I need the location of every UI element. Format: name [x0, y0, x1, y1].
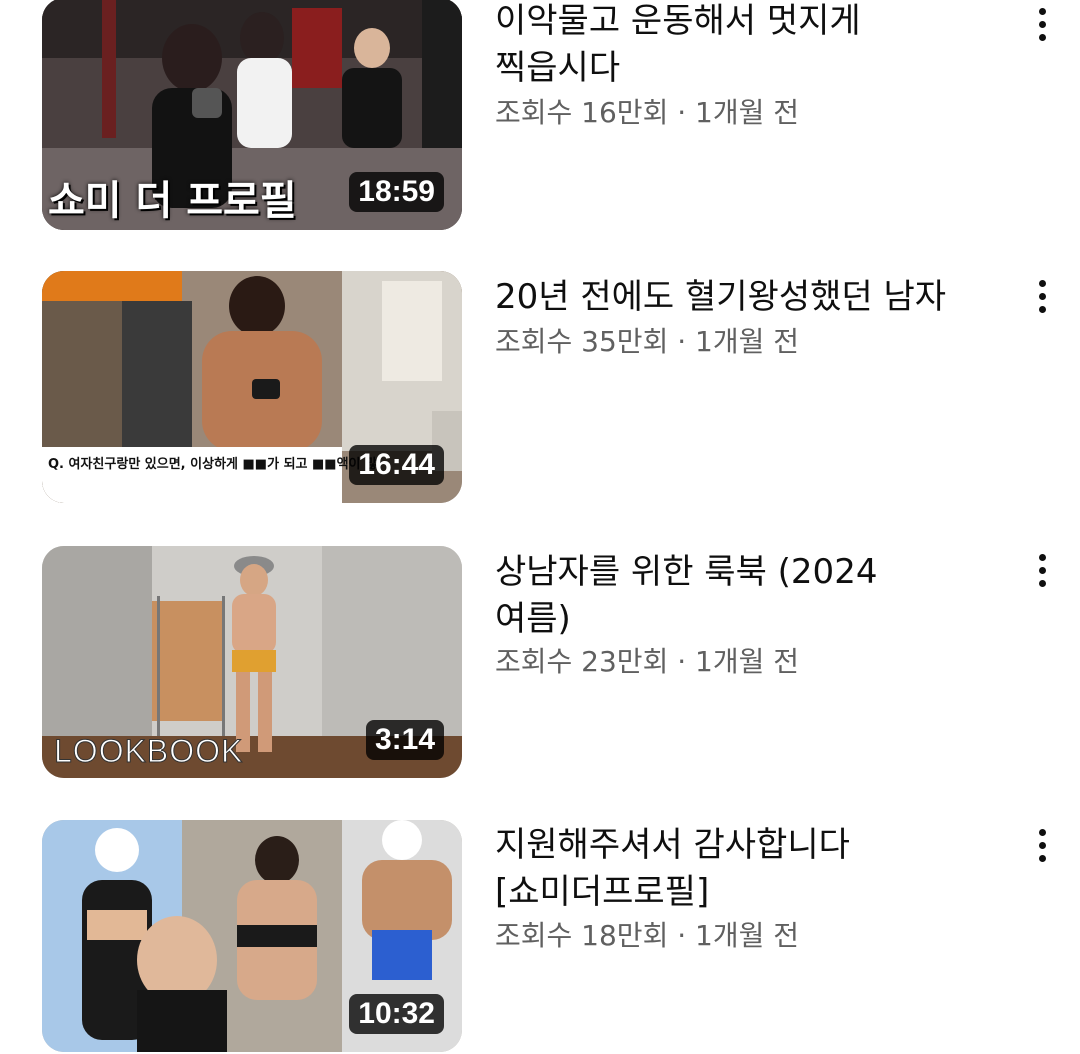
- more-vert-icon[interactable]: [1022, 546, 1062, 594]
- more-vert-icon[interactable]: [1022, 272, 1062, 320]
- video-thumbnail[interactable]: 쇼미 더 프로필 18:59: [42, 0, 462, 230]
- video-meta: 조회수 35만회 · 1개월 전: [495, 325, 800, 358]
- more-vert-icon[interactable]: [1022, 0, 1062, 48]
- video-title[interactable]: 20년 전에도 혈기왕성했던 남자: [495, 274, 1015, 321]
- video-meta: 조회수 23만회 · 1개월 전: [495, 645, 800, 678]
- video-duration: 10:32: [349, 994, 444, 1034]
- thumbnail-overlay-text: 쇼미 더 프로필: [48, 178, 297, 224]
- thumbnail-overlay-text: LOOKBOOK: [53, 733, 244, 770]
- more-vert-icon[interactable]: [1022, 821, 1062, 869]
- video-item[interactable]: 쇼미 더 프로필 18:59 이악물고 운동해서 멋지게 찍읍시다 조회수 16…: [0, 0, 1080, 230]
- video-title[interactable]: 상남자를 위한 룩북 (2024 여름): [495, 549, 1015, 643]
- video-duration: 16:44: [349, 445, 444, 485]
- video-item[interactable]: Q. 여자친구랑만 있으면, 이상하게 ■■가 되고 ■■액이 많 16:44 …: [0, 271, 1080, 503]
- video-thumbnail[interactable]: LOOKBOOK 3:14: [42, 546, 462, 778]
- video-title[interactable]: 지원해주셔서 감사합니다 [쇼미더프로필]: [495, 822, 1015, 916]
- video-item[interactable]: LOOKBOOK 3:14 상남자를 위한 룩북 (2024 여름) 조회수 2…: [0, 546, 1080, 778]
- video-title[interactable]: 이악물고 운동해서 멋지게 찍읍시다: [495, 0, 1015, 92]
- video-thumbnail[interactable]: Q. 여자친구랑만 있으면, 이상하게 ■■가 되고 ■■액이 많 16:44: [42, 271, 462, 503]
- thumbnail-overlay-text: Q. 여자친구랑만 있으면, 이상하게 ■■가 되고 ■■액이 많: [48, 457, 377, 472]
- video-thumbnail[interactable]: 10:32: [42, 820, 462, 1052]
- video-duration: 3:14: [365, 720, 444, 760]
- video-item[interactable]: 10:32 지원해주셔서 감사합니다 [쇼미더프로필] 조회수 18만회 · 1…: [0, 820, 1080, 1052]
- video-meta: 조회수 16만회 · 1개월 전: [495, 96, 800, 129]
- video-meta: 조회수 18만회 · 1개월 전: [495, 919, 800, 952]
- video-duration: 18:59: [349, 172, 444, 212]
